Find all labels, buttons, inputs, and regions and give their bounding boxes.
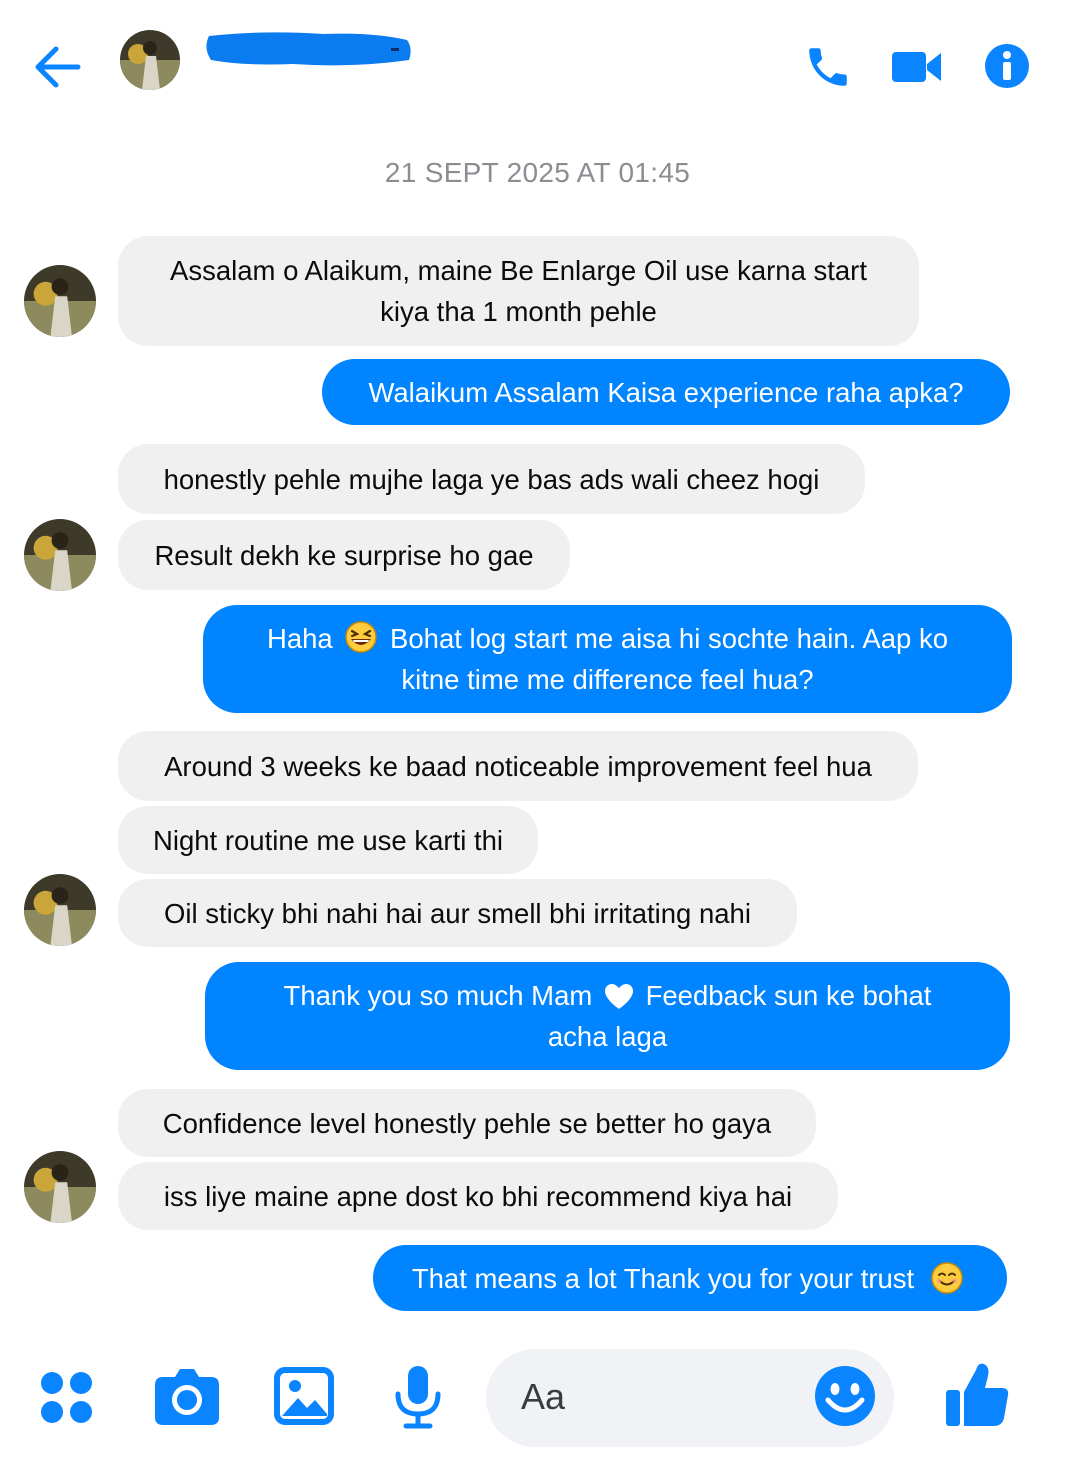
smiling-face-icon <box>931 1262 963 1294</box>
message-text: Thank you so much Mam <box>283 980 593 1011</box>
message-received[interactable]: Around 3 weeks ke baad noticeable improv… <box>118 731 918 801</box>
message-text: Walaikum Assalam Kaisa experience raha a… <box>368 376 964 408</box>
message-text: Oil sticky bhi nahi hai aur smell bhi ir… <box>164 897 751 929</box>
message-text: Assalam o Alaikum, maine Be Enlarge Oil … <box>170 255 867 286</box>
message-sent[interactable]: Walaikum Assalam Kaisa experience raha a… <box>322 359 1010 425</box>
back-button[interactable] <box>30 40 86 96</box>
message-text: That means a lot Thank you for your trus… <box>411 1262 915 1294</box>
smiley-icon <box>815 1366 875 1426</box>
microphone-icon <box>395 1366 441 1429</box>
message-text: Result dekh ke surprise ho gae <box>154 539 534 571</box>
apps-grid-icon <box>41 1372 92 1423</box>
message-received[interactable]: Oil sticky bhi nahi hai aur smell bhi ir… <box>118 879 797 947</box>
video-camera-icon <box>892 52 941 82</box>
video-call-button[interactable] <box>889 44 945 90</box>
camera-icon <box>155 1369 219 1425</box>
message-text: kiya tha 1 month pehle <box>380 296 657 327</box>
message-input-placeholder: Aa <box>521 1376 566 1417</box>
gallery-button[interactable] <box>273 1366 335 1426</box>
camera-button[interactable] <box>153 1365 221 1427</box>
emoji-button[interactable] <box>813 1364 877 1428</box>
message-text: acha laga <box>547 1021 668 1052</box>
voice-message-button[interactable] <box>392 1364 444 1430</box>
message-received[interactable]: Result dekh ke surprise ho gae <box>118 520 570 590</box>
white-heart-icon <box>604 984 633 1009</box>
message-text: Around 3 weeks ke baad noticeable improv… <box>164 750 872 782</box>
message-received[interactable]: iss liye maine apne dost ko bhi recommen… <box>118 1162 838 1230</box>
thumbs-up-icon <box>946 1363 1009 1426</box>
arrow-left-icon <box>35 46 81 88</box>
message-text: kitne time me difference feel hua? <box>401 664 814 695</box>
info-icon <box>985 44 1029 88</box>
contact-avatar[interactable] <box>120 30 180 90</box>
conversation-timestamp: 21 SEPT 2025 AT 01:45 <box>384 157 691 188</box>
audio-call-button[interactable] <box>803 42 853 92</box>
like-button[interactable] <box>942 1360 1012 1430</box>
message-text: Bohat log start me aisa hi sochte hain. … <box>390 623 948 654</box>
sender-avatar[interactable] <box>24 265 96 337</box>
contact-name-redacted <box>203 30 413 68</box>
sender-avatar[interactable] <box>24 1151 96 1223</box>
info-button[interactable] <box>983 42 1031 90</box>
message-text: Confidence level honestly pehle se bette… <box>162 1107 772 1139</box>
phone-icon <box>809 48 847 86</box>
message-text: Feedback sun ke bohat <box>645 980 932 1011</box>
gallery-icon <box>274 1367 334 1425</box>
message-text: iss liye maine apne dost ko bhi recommen… <box>163 1180 793 1212</box>
grinning-squinting-face-icon <box>345 621 378 653</box>
message-sent[interactable]: Haha Bohat log start me aisa hi sochte h… <box>203 605 1012 713</box>
sender-avatar[interactable] <box>24 519 96 591</box>
message-received[interactable]: honestly pehle mujhe laga ye bas ads wal… <box>118 444 865 514</box>
message-received[interactable]: Night routine me use karti thi <box>118 806 538 874</box>
message-received[interactable]: Confidence level honestly pehle se bette… <box>118 1089 816 1157</box>
message-text: honestly pehle mujhe laga ye bas ads wal… <box>163 463 820 495</box>
message-sent[interactable]: That means a lot Thank you for your trus… <box>373 1245 1007 1311</box>
message-text: Night routine me use karti thi <box>152 824 504 856</box>
message-text: Haha <box>266 623 333 654</box>
message-sent[interactable]: Thank you so much Mam Feedback sun ke bo… <box>205 962 1010 1070</box>
apps-button[interactable] <box>38 1369 96 1427</box>
message-received[interactable]: Assalam o Alaikum, maine Be Enlarge Oil … <box>118 236 919 346</box>
avatar-image <box>120 30 180 90</box>
sender-avatar[interactable] <box>24 874 96 946</box>
